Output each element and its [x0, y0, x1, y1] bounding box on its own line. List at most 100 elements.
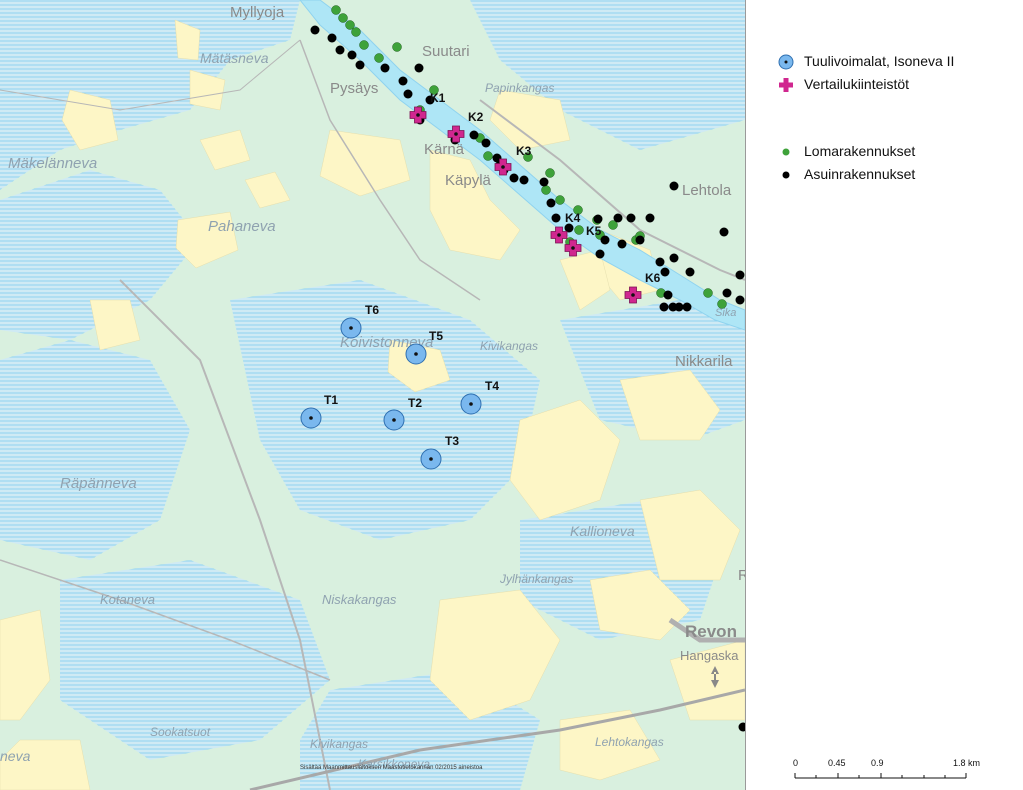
reference-property-center — [416, 113, 420, 117]
residential-building-dot — [355, 60, 365, 70]
place-label: Lehtokangas — [595, 735, 664, 749]
residential-building-dot — [509, 173, 519, 183]
residential-building-dot — [635, 235, 645, 245]
holiday-building-dot — [374, 53, 384, 63]
place-label: Kärnä — [424, 141, 465, 158]
residential-building-dot — [655, 257, 665, 267]
residential-building-dot — [335, 45, 345, 55]
holiday-building-dot — [541, 185, 551, 195]
residential-building-dot — [519, 175, 529, 185]
residential-building-dot — [414, 63, 424, 73]
reference-property-center — [631, 293, 635, 297]
residential-building-dot — [481, 138, 491, 148]
place-label: Kallioneva — [570, 523, 635, 539]
place-label: Sika — [715, 307, 736, 319]
place-label: Papinkangas — [485, 81, 554, 95]
reference-property-label: K2 — [468, 110, 484, 124]
residential-building-dot — [660, 267, 670, 277]
residential-building-dot — [617, 239, 627, 249]
residential-building-dot — [539, 177, 549, 187]
turbine-label: T1 — [324, 393, 338, 407]
residential-building-dot — [347, 50, 357, 60]
map-legend: Tuulivoimalat, Isoneva II Vertailukiinte… — [778, 52, 1008, 188]
holiday-building-dot — [345, 20, 355, 30]
place-label: Mätäsneva — [200, 50, 269, 66]
scale-label-045: 0.45 — [828, 758, 846, 768]
place-label: Suutari — [422, 43, 470, 60]
reference-property-label: K1 — [430, 91, 446, 105]
place-label: Käpylä — [445, 172, 492, 189]
turbine-icon — [778, 54, 794, 70]
turbine-center — [309, 416, 313, 420]
reference-property-label: K3 — [516, 144, 532, 158]
residential-building-dot — [645, 213, 655, 223]
place-label: Lehtola — [682, 182, 732, 199]
place-label: neva — [0, 748, 31, 764]
turbine-label: T6 — [365, 303, 379, 317]
place-label: Mäkelänneva — [8, 155, 97, 172]
residential-building-dot — [546, 198, 556, 208]
residential-building-dot — [682, 302, 692, 312]
residential-building-dot — [398, 76, 408, 86]
place-label: Räpänneva — [60, 475, 137, 492]
cross-icon — [779, 78, 793, 92]
scale-bar-line — [794, 773, 967, 779]
scale-bar: 0 0.45 0.9 1.8 km — [790, 758, 990, 788]
residential-building-dot — [735, 295, 745, 305]
holiday-building-dot — [338, 13, 348, 23]
map-canvas[interactable]: Myllyoja Mätäsneva Suutari Pysäys Papinkanga… — [0, 0, 745, 790]
holiday-building-dot — [703, 288, 713, 298]
turbine-center — [392, 418, 396, 422]
residential-building-dot — [626, 213, 636, 223]
turbine-center — [349, 326, 353, 330]
holiday-building-dot — [331, 5, 341, 15]
residential-building-dot — [593, 214, 603, 224]
reference-property-label: K4 — [565, 211, 581, 225]
residential-building-dot — [613, 213, 623, 223]
reference-property-center — [571, 246, 575, 250]
residential-building-dot — [719, 227, 729, 237]
turbine-center — [469, 402, 473, 406]
holiday-building-dot — [392, 42, 402, 52]
residential-building-dot — [735, 270, 745, 280]
scale-label-09: 0.9 — [871, 758, 884, 768]
place-label: Niskakangas — [322, 592, 397, 607]
holiday-building-dot — [483, 151, 493, 161]
place-label: Pysäys — [330, 80, 378, 97]
holiday-building-dot — [545, 168, 555, 178]
residential-building-dot — [669, 181, 679, 191]
place-label: Kivikangas — [480, 339, 538, 353]
legend-label-reference-properties: Vertailukiinteistöt — [804, 76, 910, 92]
scale-label-18km: 1.8 km — [953, 758, 981, 768]
place-label: Jylhänkangas — [499, 572, 573, 586]
place-label: Hangaska — [680, 648, 739, 663]
residential-building-dot — [674, 302, 684, 312]
place-label: Nikkarila — [675, 353, 733, 370]
place-label: Pahaneva — [208, 218, 276, 235]
map-credit: Sisältää Maanmittauslaitoksen Maastotiet… — [300, 765, 483, 771]
reference-property-label: K6 — [645, 271, 661, 285]
legend-item-holiday-buildings: Lomarakennukset — [778, 142, 1008, 165]
map-view[interactable]: Myllyoja Mätäsneva Suutari Pysäys Papinkanga… — [0, 0, 746, 790]
residential-building-dot — [595, 249, 605, 259]
legend-label-holiday-buildings: Lomarakennukset — [804, 143, 916, 159]
holiday-building-dot — [359, 40, 369, 50]
residential-building-dot — [469, 130, 479, 140]
black-dot-icon — [782, 171, 790, 179]
turbine-center — [414, 352, 418, 356]
residential-building-dot — [551, 213, 561, 223]
residential-building-dot — [310, 25, 320, 35]
residential-building-dot — [663, 290, 673, 300]
legend-label-turbines: Tuulivoimalat, Isoneva II — [804, 53, 955, 69]
reference-property-center — [454, 132, 458, 136]
turbine-center — [429, 457, 433, 461]
residential-building-dot — [659, 302, 669, 312]
green-dot-icon — [782, 148, 790, 156]
place-label: Kotaneva — [100, 592, 155, 607]
legend-item-residential-buildings: Asuinrakennukset — [778, 165, 1008, 188]
reference-property-center — [501, 165, 505, 169]
reference-property-label: K5 — [586, 224, 602, 238]
residential-building-dot — [722, 288, 732, 298]
residential-building-dot — [600, 235, 610, 245]
holiday-building-dot — [351, 27, 361, 37]
